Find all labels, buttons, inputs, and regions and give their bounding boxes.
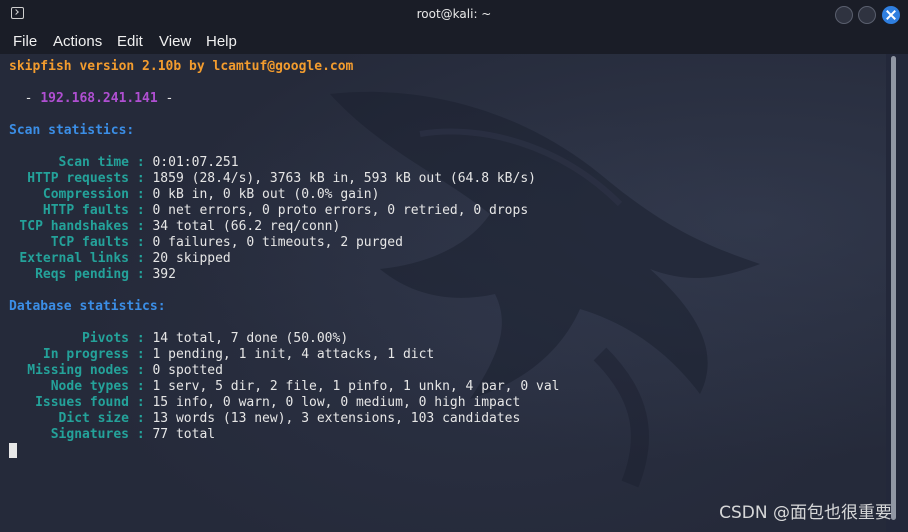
menu-edit[interactable]: Edit: [117, 33, 143, 50]
stat-row: Dict size : 13 words (13 new), 3 extensi…: [9, 411, 521, 427]
stat-separator: :: [129, 155, 153, 170]
stat-label: Reqs pending: [35, 267, 129, 282]
stat-row: TCP faults : 0 failures, 0 timeouts, 2 p…: [9, 235, 403, 251]
stat-label: TCP faults: [50, 235, 129, 250]
stat-label: Pivots: [82, 331, 129, 346]
stat-value: 34 total (66.2 req/conn): [152, 219, 341, 234]
stat-value: 0 net errors, 0 proto errors, 0 retried,…: [152, 203, 529, 218]
close-button[interactable]: [882, 6, 900, 24]
stat-separator: :: [129, 219, 153, 234]
stat-value: 77 total: [152, 427, 216, 442]
stat-separator: :: [129, 347, 153, 362]
stat-value: 20 skipped: [152, 251, 231, 266]
stat-separator: :: [129, 171, 153, 186]
stat-separator: :: [129, 203, 153, 218]
stat-label: Signatures: [50, 427, 129, 442]
stat-row: In progress : 1 pending, 1 init, 4 attac…: [9, 347, 434, 363]
stat-value: 13 words (13 new), 3 extensions, 103 can…: [152, 411, 521, 426]
stat-row: Pivots : 14 total, 7 done (50.00%): [9, 331, 348, 347]
stat-label: HTTP faults: [42, 203, 129, 218]
terminal-window: root@kali: ~ File Actions Edit View Help…: [0, 0, 908, 532]
stat-label: Issues found: [35, 395, 129, 410]
menu-bar: File Actions Edit View Help: [0, 30, 908, 54]
stat-row: Issues found : 15 info, 0 warn, 0 low, 0…: [9, 395, 520, 411]
menu-actions[interactable]: Actions: [53, 33, 102, 50]
stat-separator: :: [129, 363, 153, 378]
menu-view[interactable]: View: [159, 33, 191, 50]
stat-label: Compression: [42, 187, 129, 202]
stat-separator: :: [129, 395, 153, 410]
stat-row: External links : 20 skipped: [9, 251, 231, 267]
stat-separator: :: [129, 251, 153, 266]
title-bar[interactable]: root@kali: ~: [0, 0, 908, 30]
stat-label: Missing nodes: [27, 363, 129, 378]
csdn-watermark: CSDN @面包也很重要: [719, 503, 892, 523]
target-suffix: -: [157, 91, 174, 106]
scrollbar[interactable]: [886, 54, 908, 532]
maximize-button[interactable]: [858, 6, 876, 24]
stat-value: 392: [152, 267, 176, 282]
stat-row: HTTP requests : 1859 (28.4/s), 3763 kB i…: [9, 171, 536, 187]
menu-help[interactable]: Help: [206, 33, 237, 50]
stat-value: 0 kB in, 0 kB out (0.0% gain): [152, 187, 380, 202]
stat-row: Scan time : 0:01:07.251: [9, 155, 239, 171]
banner-line: skipfish version 2.10b by lcamtuf@google…: [9, 59, 354, 74]
scrollbar-thumb[interactable]: [891, 56, 896, 520]
stat-value: 14 total, 7 done (50.00%): [152, 331, 349, 346]
terminal-output[interactable]: skipfish version 2.10b by lcamtuf@google…: [0, 54, 886, 532]
stat-row: Signatures : 77 total: [9, 427, 215, 443]
terminal-cursor: [9, 443, 17, 458]
stat-row: Reqs pending : 392: [9, 267, 176, 283]
stat-label: In progress: [42, 347, 129, 362]
stat-separator: :: [129, 427, 153, 442]
stat-row: Node types : 1 serv, 5 dir, 2 file, 1 pi…: [9, 379, 560, 395]
scan-stats-header: Scan statistics:: [9, 123, 135, 138]
db-stats-header: Database statistics:: [9, 299, 166, 314]
stat-value: 0 spotted: [152, 363, 223, 378]
stat-label: External links: [19, 251, 129, 266]
stat-row: TCP handshakes : 34 total (66.2 req/conn…: [9, 219, 340, 235]
stat-separator: :: [129, 331, 153, 346]
stat-value: 0:01:07.251: [152, 155, 239, 170]
stat-separator: :: [129, 267, 153, 282]
stat-value: 15 info, 0 warn, 0 low, 0 medium, 0 high…: [152, 395, 521, 410]
target-prefix: -: [9, 91, 41, 106]
stat-label: TCP handshakes: [19, 219, 129, 234]
stat-label: Dict size: [58, 411, 129, 426]
stat-label: Scan time: [58, 155, 129, 170]
stat-separator: :: [129, 235, 153, 250]
stat-label: Node types: [50, 379, 129, 394]
target-ip: 192.168.241.141: [40, 91, 158, 106]
window-title: root@kali: ~: [416, 7, 492, 21]
stat-row: Compression : 0 kB in, 0 kB out (0.0% ga…: [9, 187, 380, 203]
minimize-button[interactable]: [835, 6, 853, 24]
stat-row: Missing nodes : 0 spotted: [9, 363, 223, 379]
stat-separator: :: [129, 411, 153, 426]
stat-value: 1 pending, 1 init, 4 attacks, 1 dict: [152, 347, 435, 362]
stat-value: 0 failures, 0 timeouts, 2 purged: [152, 235, 403, 250]
stat-value: 1859 (28.4/s), 3763 kB in, 593 kB out (6…: [152, 171, 536, 186]
stat-label: HTTP requests: [27, 171, 129, 186]
stat-separator: :: [129, 187, 153, 202]
stat-separator: :: [129, 379, 153, 394]
menu-file[interactable]: File: [13, 33, 37, 50]
stat-row: HTTP faults : 0 net errors, 0 proto erro…: [9, 203, 528, 219]
target-line: - 192.168.241.141 -: [9, 91, 174, 107]
stat-value: 1 serv, 5 dir, 2 file, 1 pinfo, 1 unkn, …: [152, 379, 560, 394]
